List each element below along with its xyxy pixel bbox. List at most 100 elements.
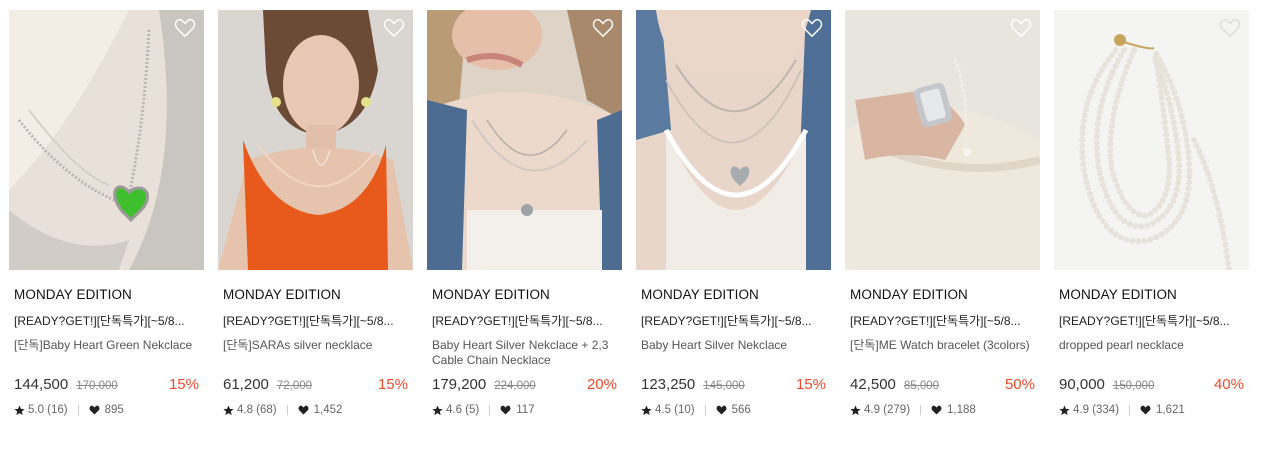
- like-count: 566: [731, 404, 751, 416]
- product-title[interactable]: [READY?GET!][단독특가][~5/8...: [850, 312, 1035, 329]
- rating-text: 4.9 (334): [1073, 404, 1120, 416]
- product-image[interactable]: [1054, 10, 1249, 270]
- product-card[interactable]: MONDAY EDITION [READY?GET!][단독특가][~5/8..…: [1054, 10, 1249, 416]
- brand-name[interactable]: MONDAY EDITION: [223, 287, 408, 302]
- product-title[interactable]: [READY?GET!][단독특가][~5/8...: [641, 312, 826, 329]
- star-icon: [850, 404, 861, 415]
- like-count: 895: [104, 404, 124, 416]
- product-description[interactable]: Baby Heart Silver Nekclace + 2,3 Cable C…: [432, 338, 617, 368]
- sale-price: 123,250: [641, 376, 696, 393]
- rating-text: 4.9 (279): [864, 404, 911, 416]
- original-price: 150,000: [1112, 380, 1155, 392]
- wishlist-heart-icon[interactable]: [383, 18, 405, 38]
- price-row: 144,500 170,000 15%: [14, 376, 199, 396]
- original-price: 85,000: [903, 380, 940, 392]
- product-description[interactable]: [단독]ME Watch bracelet (3colors): [850, 338, 1035, 368]
- product-photo: [845, 10, 1040, 270]
- product-photo: [427, 10, 622, 270]
- wishlist-heart-icon[interactable]: [1219, 18, 1241, 38]
- product-title[interactable]: [READY?GET!][단독특가][~5/8...: [14, 312, 199, 329]
- original-price: 72,000: [276, 380, 313, 392]
- sale-price: 61,200: [223, 376, 269, 393]
- original-price: 224,000: [494, 380, 536, 392]
- rating-text: 4.8 (68): [237, 404, 277, 416]
- product-description[interactable]: dropped pearl necklace: [1059, 338, 1244, 368]
- divider: [77, 405, 79, 415]
- brand-name[interactable]: MONDAY EDITION: [850, 287, 1035, 302]
- discount-rate: 40%: [1213, 376, 1244, 393]
- product-photo: [636, 10, 831, 270]
- divider: [286, 405, 288, 415]
- product-grid: MONDAY EDITION [READY?GET!][단독특가][~5/8..…: [9, 10, 1249, 416]
- product-image[interactable]: [427, 10, 622, 270]
- product-photo: [218, 10, 413, 270]
- product-card[interactable]: MONDAY EDITION [READY?GET!][단독특가][~5/8..…: [218, 10, 413, 416]
- price-row: 123,250 145,000 15%: [641, 376, 826, 396]
- discount-rate: 15%: [168, 376, 199, 393]
- price-row: 61,200 72,000 15%: [223, 376, 408, 396]
- wishlist-heart-icon[interactable]: [592, 18, 614, 38]
- rating-text: 4.6 (5): [446, 404, 480, 416]
- product-title[interactable]: [READY?GET!][단독특가][~5/8...: [432, 312, 617, 329]
- rating-text: 5.0 (16): [28, 404, 68, 416]
- product-card[interactable]: MONDAY EDITION [READY?GET!][단독특가][~5/8..…: [9, 10, 204, 416]
- product-meta: 4.9 (334) 1,621: [1059, 404, 1244, 416]
- heart-filled-icon: [298, 405, 309, 415]
- product-meta: 4.9 (279) 1,188: [850, 404, 1035, 416]
- price-row: 90,000 150,000 40%: [1059, 376, 1244, 396]
- product-description[interactable]: [단독]Baby Heart Green Nekclace: [14, 338, 199, 368]
- product-meta: 4.6 (5) 117: [432, 404, 617, 416]
- divider: [489, 405, 491, 415]
- divider: [1129, 405, 1131, 415]
- star-icon: [14, 404, 25, 415]
- product-photo: [9, 10, 204, 270]
- product-image[interactable]: [636, 10, 831, 270]
- discount-rate: 15%: [377, 376, 408, 393]
- star-icon: [1059, 404, 1070, 415]
- wishlist-heart-icon[interactable]: [1010, 18, 1032, 38]
- heart-filled-icon: [500, 405, 511, 415]
- discount-rate: 15%: [795, 376, 826, 393]
- brand-name[interactable]: MONDAY EDITION: [641, 287, 826, 302]
- divider: [920, 405, 922, 415]
- sale-price: 42,500: [850, 376, 896, 393]
- product-card[interactable]: MONDAY EDITION [READY?GET!][단독특가][~5/8..…: [636, 10, 831, 416]
- star-icon: [432, 404, 443, 415]
- product-title[interactable]: [READY?GET!][단독특가][~5/8...: [1059, 312, 1244, 329]
- like-count: 1,188: [947, 404, 976, 416]
- product-meta: 4.5 (10) 566: [641, 404, 826, 416]
- rating-text: 4.5 (10): [655, 404, 695, 416]
- wishlist-heart-icon[interactable]: [801, 18, 823, 38]
- like-count: 1,621: [1156, 404, 1185, 416]
- brand-name[interactable]: MONDAY EDITION: [14, 287, 199, 302]
- original-price: 170,000: [76, 380, 118, 392]
- heart-filled-icon: [1140, 405, 1151, 415]
- divider: [704, 405, 706, 415]
- sale-price: 144,500: [14, 376, 69, 393]
- original-price: 145,000: [703, 380, 745, 392]
- brand-name[interactable]: MONDAY EDITION: [1059, 287, 1244, 302]
- product-description[interactable]: [단독]SARAs silver necklace: [223, 338, 408, 368]
- discount-rate: 50%: [1004, 376, 1035, 393]
- heart-filled-icon: [716, 405, 727, 415]
- product-card[interactable]: MONDAY EDITION [READY?GET!][단독특가][~5/8..…: [845, 10, 1040, 416]
- wishlist-heart-icon[interactable]: [174, 18, 196, 38]
- discount-rate: 20%: [586, 376, 617, 393]
- heart-filled-icon: [931, 405, 942, 415]
- product-description[interactable]: Baby Heart Silver Nekclace: [641, 338, 826, 368]
- product-meta: 4.8 (68) 1,452: [223, 404, 408, 416]
- product-meta: 5.0 (16) 895: [14, 404, 199, 416]
- sale-price: 90,000: [1059, 376, 1105, 393]
- star-icon: [641, 404, 652, 415]
- sale-price: 179,200: [432, 376, 487, 393]
- like-count: 117: [516, 404, 535, 416]
- product-image[interactable]: [218, 10, 413, 270]
- product-photo: [1054, 10, 1249, 270]
- product-card[interactable]: MONDAY EDITION [READY?GET!][단독특가][~5/8..…: [427, 10, 622, 416]
- brand-name[interactable]: MONDAY EDITION: [432, 287, 617, 302]
- product-image[interactable]: [9, 10, 204, 270]
- heart-filled-icon: [89, 405, 100, 415]
- price-row: 42,500 85,000 50%: [850, 376, 1035, 396]
- product-image[interactable]: [845, 10, 1040, 270]
- product-title[interactable]: [READY?GET!][단독특가][~5/8...: [223, 312, 408, 329]
